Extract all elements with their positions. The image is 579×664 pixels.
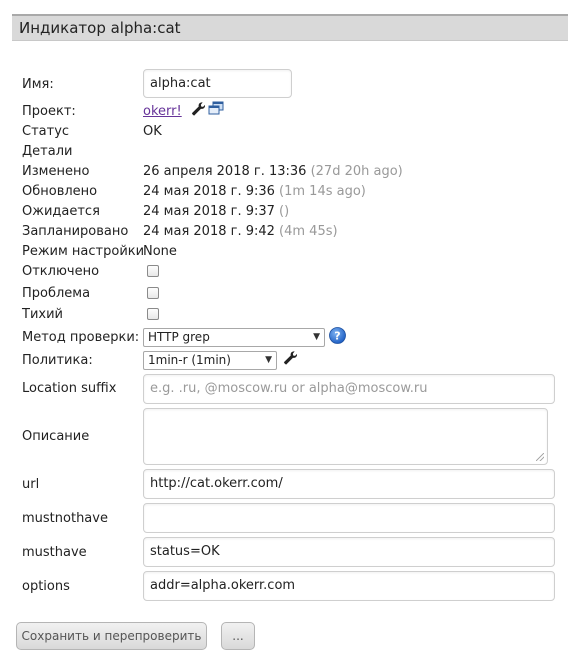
description-textarea[interactable] <box>143 408 548 465</box>
policy-select[interactable]: 1min-r (1min) ▼ <box>143 351 277 370</box>
location-suffix-label: Location suffix <box>22 381 117 396</box>
disabled-checkbox[interactable] <box>147 265 159 277</box>
mustnothave-input[interactable] <box>143 503 555 533</box>
changed-value: 26 апреля 2018 г. 13:36 (27d 20h ago) <box>143 164 403 180</box>
wrench-icon[interactable] <box>190 101 206 116</box>
expected-value: 24 мая 2018 г. 9:37 () <box>143 204 289 220</box>
scheduled-date: 24 мая 2018 г. 9:42 <box>143 224 275 239</box>
changed-label: Изменено <box>22 164 90 179</box>
policy-label: Политика: <box>22 353 93 368</box>
updated-date: 24 мая 2018 г. 9:36 <box>143 184 275 199</box>
windows-icon[interactable] <box>208 101 224 116</box>
options-label: options <box>22 579 70 594</box>
help-icon[interactable]: ? <box>329 327 346 344</box>
config-mode-label: Режим настройки <box>22 244 145 259</box>
check-method-select[interactable]: HTTP grep ▼ <box>143 328 325 347</box>
options-input[interactable]: addr=alpha.okerr.com <box>143 571 555 601</box>
musthave-input[interactable]: status=OK <box>143 537 555 567</box>
project-value: okerr! <box>143 104 182 120</box>
expected-date: 24 мая 2018 г. 9:37 <box>143 204 275 219</box>
silent-label: Тихий <box>22 307 63 322</box>
updated-label: Обновлено <box>22 184 98 199</box>
indicator-panel-header: Индикатор alpha:cat <box>12 14 568 41</box>
scheduled-label: Запланировано <box>22 224 129 239</box>
project-link[interactable]: okerr! <box>143 104 182 119</box>
silent-checkbox[interactable] <box>147 308 159 320</box>
changed-ago: (27d 20h ago) <box>310 164 403 179</box>
expected-label: Ожидается <box>22 204 100 219</box>
status-label: Статус <box>22 124 70 139</box>
musthave-label: musthave <box>22 545 87 560</box>
wrench-icon[interactable] <box>282 350 298 365</box>
mustnothave-label: mustnothave <box>22 511 108 526</box>
check-method-label: Метод проверки: <box>22 330 140 345</box>
scheduled-value: 24 мая 2018 г. 9:42 (4m 45s) <box>143 224 338 240</box>
chevron-down-icon: ▼ <box>313 332 320 342</box>
config-mode-value: None <box>143 244 177 259</box>
name-label: Имя: <box>22 77 54 92</box>
location-suffix-placeholder: e.g. .ru, @moscow.ru or alpha@moscow.ru <box>150 381 428 396</box>
problem-checkbox[interactable] <box>147 287 159 299</box>
status-value: OK <box>143 124 162 139</box>
more-button[interactable]: ... <box>221 622 255 650</box>
location-suffix-input[interactable]: e.g. .ru, @moscow.ru or alpha@moscow.ru <box>143 374 555 404</box>
details-label: Детали <box>22 144 73 159</box>
scheduled-ago: (4m 45s) <box>279 224 338 239</box>
check-method-selected: HTTP grep <box>148 330 210 344</box>
save-and-recheck-button[interactable]: Сохранить и перепроверить <box>16 622 207 650</box>
policy-selected: 1min-r (1min) <box>148 353 231 367</box>
name-input[interactable]: alpha:cat <box>143 69 292 98</box>
disabled-label: Отключено <box>22 264 100 279</box>
updated-value: 24 мая 2018 г. 9:36 (1m 14s ago) <box>143 184 366 200</box>
svg-text:?: ? <box>334 330 340 343</box>
resize-grip-icon[interactable] <box>536 453 544 461</box>
page-title: Индикатор alpha:cat <box>19 19 181 37</box>
description-label: Описание <box>22 429 90 444</box>
url-label: url <box>22 477 40 492</box>
chevron-down-icon: ▼ <box>265 355 272 365</box>
changed-date: 26 апреля 2018 г. 13:36 <box>143 164 307 179</box>
project-label: Проект: <box>22 104 76 119</box>
updated-ago: (1m 14s ago) <box>279 184 366 199</box>
expected-ago: () <box>279 204 290 219</box>
problem-label: Проблема <box>22 286 91 301</box>
url-input[interactable]: http://cat.okerr.com/ <box>143 469 555 499</box>
